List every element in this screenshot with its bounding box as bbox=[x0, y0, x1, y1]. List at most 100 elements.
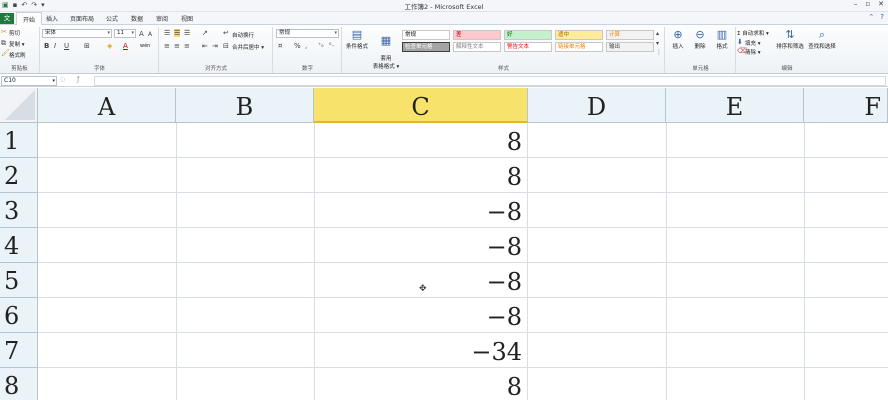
clear-button[interactable]: 清除 ▾ bbox=[745, 48, 761, 56]
align-right-icon[interactable]: ≡ bbox=[184, 42, 190, 50]
close-icon[interactable]: ✕ bbox=[878, 0, 884, 8]
tab-file[interactable]: 文 bbox=[0, 13, 14, 24]
sort-filter-button[interactable]: ⇅ 排序和筛选 bbox=[775, 28, 805, 50]
find-select-button[interactable]: ⌕ 查找和选择 bbox=[807, 28, 837, 50]
column-header-e[interactable]: E bbox=[666, 88, 804, 123]
conditional-format-button[interactable]: ▤ 条件格式 bbox=[344, 28, 370, 50]
orientation-icon[interactable]: ↗ bbox=[202, 29, 208, 37]
fill-color-icon[interactable]: ◈ bbox=[107, 42, 112, 50]
tab-formulas[interactable]: 公式 bbox=[106, 14, 118, 23]
cell-style-item[interactable]: 常规 bbox=[402, 30, 450, 40]
format-cells-button[interactable]: ▥ 格式 bbox=[712, 28, 732, 50]
font-size-select[interactable]: 11 ▾ bbox=[114, 29, 136, 38]
cell-c1[interactable]: 8 bbox=[314, 123, 527, 158]
formula-input[interactable] bbox=[94, 76, 886, 86]
cell-style-item[interactable]: 链接单元格 bbox=[555, 42, 603, 52]
table-format-icon: ▦ bbox=[380, 34, 392, 47]
underline-button[interactable]: U bbox=[64, 42, 69, 50]
autosum-button[interactable]: Σ 自动求和 ▾ bbox=[737, 29, 769, 37]
tab-insert[interactable]: 插入 bbox=[46, 14, 58, 23]
align-left-icon[interactable]: ≡ bbox=[164, 42, 170, 50]
row-header-1[interactable]: 1 bbox=[0, 123, 38, 158]
group-alignment: ☰ ☰ ☰ ↗ ↵ 自动换行 ≡ ≡ ≡ ⇤ ⇥ ⊟ 合并后居中 ▾ 对齐方式 bbox=[160, 27, 273, 73]
cell-style-item[interactable]: 计算 bbox=[606, 30, 654, 40]
decrease-indent-icon[interactable]: ⇤ bbox=[202, 42, 208, 50]
row-header-5[interactable]: 5 bbox=[0, 263, 38, 298]
help-icon[interactable]: ? bbox=[880, 13, 884, 21]
cell-style-item[interactable]: 解释性文本 bbox=[453, 42, 501, 52]
merge-center-button[interactable]: 合并后居中 ▾ bbox=[232, 43, 264, 51]
cell-c8[interactable]: 8 bbox=[314, 368, 527, 400]
bold-button[interactable]: B bbox=[44, 42, 49, 50]
italic-button[interactable]: I bbox=[54, 42, 56, 50]
font-name-select[interactable]: 宋体 ▾ bbox=[42, 29, 112, 38]
align-top-icon[interactable]: ☰ bbox=[164, 29, 170, 37]
cancel-icon[interactable]: ◌ bbox=[60, 76, 65, 83]
minimize-icon[interactable]: – bbox=[854, 0, 858, 8]
insert-cells-button[interactable]: ⊕ 插入 bbox=[668, 28, 688, 50]
ribbon: ✂ 剪切 ⧉ 复制 ▾ 🖌 格式刷 剪贴板 宋体 ▾ 11 ▾ A A B I … bbox=[0, 25, 888, 74]
row-header-6[interactable]: 6 bbox=[0, 298, 38, 333]
cell-style-item[interactable]: 警告文本 bbox=[504, 42, 552, 52]
ribbon-minimize-icon[interactable]: ⌃ bbox=[868, 13, 874, 21]
cell-c5[interactable]: −8 bbox=[314, 263, 527, 298]
delete-cells-button[interactable]: ⊖ 删除 bbox=[690, 28, 710, 50]
cell-c4[interactable]: −8 bbox=[314, 228, 527, 263]
cell-style-item[interactable]: 检查单元格 bbox=[402, 42, 450, 52]
comma-button[interactable]: , bbox=[305, 42, 307, 50]
cell-style-item[interactable]: 输出 bbox=[606, 42, 654, 52]
number-format-select[interactable]: 常规 ▾ bbox=[276, 29, 339, 38]
cell-style-item[interactable]: 差 bbox=[453, 30, 501, 40]
align-center-icon[interactable]: ≡ bbox=[174, 42, 180, 50]
copy-button[interactable]: 复制 ▾ bbox=[9, 40, 25, 48]
tab-review[interactable]: 审阅 bbox=[156, 14, 168, 23]
ribbon-tabs: 文 开始 插入 页面布局 公式 数据 审阅 视图 ⌃ ? bbox=[0, 12, 888, 25]
cell-c6[interactable]: −8 bbox=[314, 298, 527, 333]
border-icon[interactable]: ⊞ bbox=[84, 42, 90, 50]
name-box[interactable]: C10 ▾ bbox=[1, 76, 57, 86]
group-label-number: 数字 bbox=[301, 66, 313, 72]
cell-c2[interactable]: 8 bbox=[314, 158, 527, 193]
gallery-scroll-up-icon[interactable]: ▴ bbox=[656, 30, 659, 38]
wrap-text-button[interactable]: 自动换行 bbox=[232, 31, 254, 39]
fx-icon[interactable]: ƒ bbox=[77, 76, 79, 83]
fill-button[interactable]: 填充 ▾ bbox=[745, 39, 761, 47]
align-bottom-icon[interactable]: ☰ bbox=[184, 29, 190, 37]
tab-page-layout[interactable]: 页面布局 bbox=[70, 14, 94, 23]
cell-style-item[interactable]: 好 bbox=[504, 30, 552, 40]
column-header-c[interactable]: C bbox=[314, 88, 528, 123]
increase-decimal-icon[interactable]: ⁺₀ bbox=[318, 42, 324, 50]
worksheet-grid: A B C D E F ✥ 1 8 2 8 3 −8 4 −8 5 −8 6 −8 7 −34 8 8 bbox=[0, 88, 888, 400]
gallery-scroll-down-icon[interactable]: ▾ bbox=[656, 40, 659, 48]
phonetic-button[interactable]: wén bbox=[140, 43, 150, 49]
column-header-f[interactable]: F bbox=[804, 88, 888, 123]
column-header-d[interactable]: D bbox=[528, 88, 666, 123]
shrink-font-button[interactable]: A bbox=[148, 31, 152, 39]
row-header-2[interactable]: 2 bbox=[0, 158, 38, 193]
column-header-a[interactable]: A bbox=[38, 88, 176, 123]
cell-c7[interactable]: −34 bbox=[314, 333, 527, 368]
cell-c3[interactable]: −8 bbox=[314, 193, 527, 228]
row-header-8[interactable]: 8 bbox=[0, 368, 38, 400]
gallery-more-icon[interactable]: ⋮ bbox=[656, 49, 662, 57]
percent-button[interactable]: % bbox=[294, 42, 301, 50]
restore-icon[interactable]: ▫ bbox=[865, 0, 870, 8]
cut-button[interactable]: 剪切 bbox=[9, 29, 20, 37]
tab-view[interactable]: 视图 bbox=[181, 14, 193, 23]
format-painter-button[interactable]: 格式刷 bbox=[9, 51, 26, 59]
font-color-button[interactable]: A bbox=[123, 42, 128, 50]
group-label-cells: 单元格 bbox=[692, 66, 709, 72]
row-header-7[interactable]: 7 bbox=[0, 333, 38, 368]
cell-style-item[interactable]: 适中 bbox=[555, 30, 603, 40]
row-header-3[interactable]: 3 bbox=[0, 193, 38, 228]
tab-home[interactable]: 开始 bbox=[16, 12, 43, 25]
increase-indent-icon[interactable]: ⇥ bbox=[212, 42, 218, 50]
tab-data[interactable]: 数据 bbox=[131, 14, 143, 23]
select-all-button[interactable] bbox=[0, 88, 38, 123]
column-header-b[interactable]: B bbox=[176, 88, 314, 123]
decrease-decimal-icon[interactable]: ⁰₋ bbox=[329, 42, 335, 50]
currency-icon[interactable]: ¤ bbox=[278, 42, 282, 50]
row-header-4[interactable]: 4 bbox=[0, 228, 38, 263]
align-middle-icon[interactable]: ☰ bbox=[174, 29, 181, 37]
grow-font-button[interactable]: A bbox=[139, 30, 144, 38]
